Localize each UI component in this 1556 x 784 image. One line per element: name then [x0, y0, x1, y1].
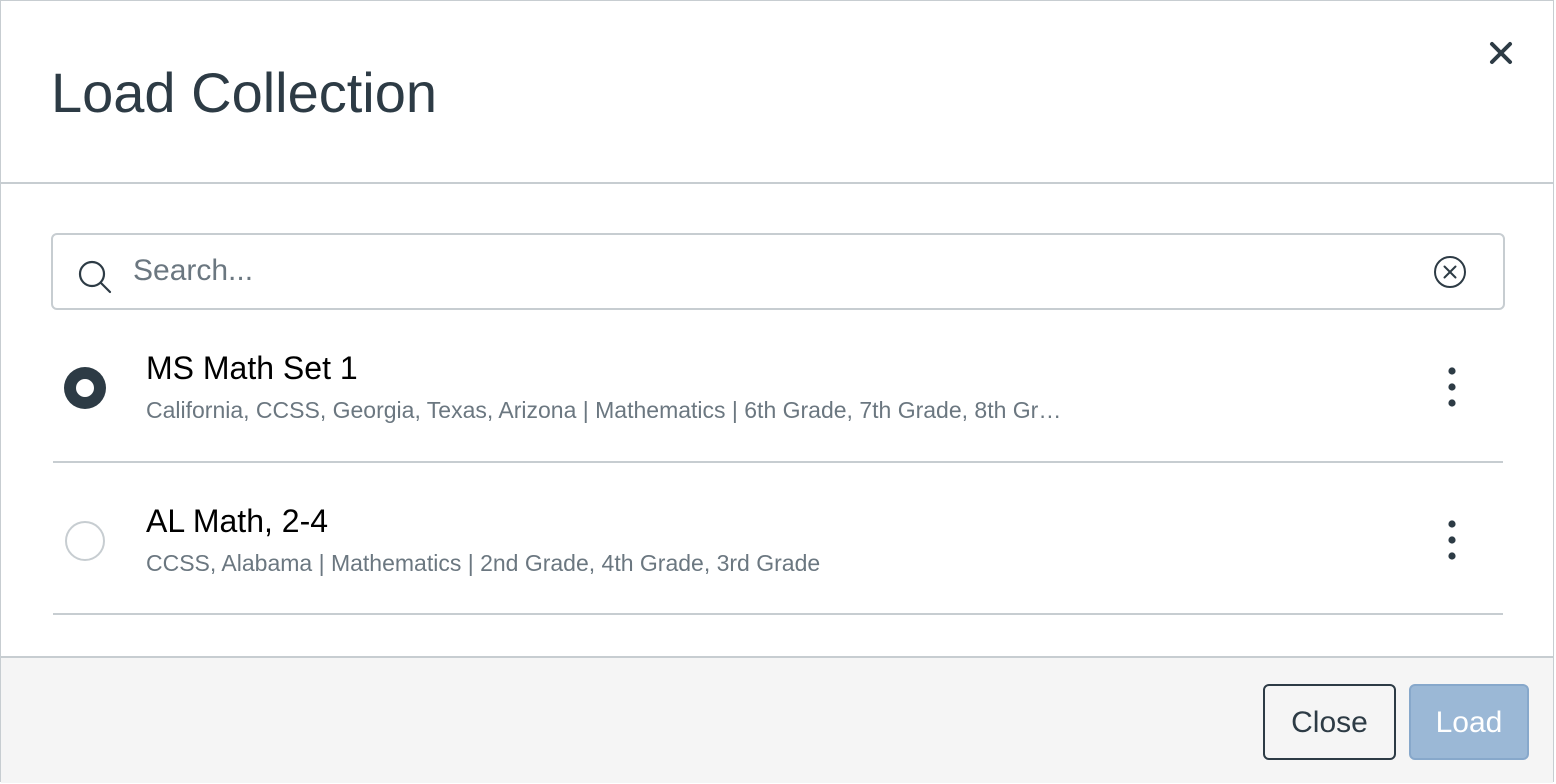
radio-unselected[interactable] — [65, 521, 105, 561]
collection-name: MS Math Set 1 — [146, 350, 358, 386]
list-item[interactable]: AL Math, 2-4 CCSS, Alabama | Mathematics… — [53, 463, 1503, 615]
list-item[interactable]: MS Math Set 1 California, CCSS, Georgia,… — [53, 311, 1503, 463]
search-icon — [77, 259, 113, 295]
collection-description: California, CCSS, Georgia, Texas, Arizon… — [146, 397, 1062, 423]
search-input[interactable] — [131, 245, 1415, 297]
collection-name: AL Math, 2-4 — [146, 503, 329, 539]
dialog-title: Load Collection — [51, 61, 438, 124]
close-icon-graphic — [1490, 42, 1512, 64]
clear-circle-icon[interactable] — [1433, 255, 1467, 289]
more-vertical-icon[interactable] — [1437, 365, 1467, 409]
collection-list: MS Math Set 1 California, CCSS, Georgia,… — [53, 311, 1503, 615]
dialog-footer: Close Load — [1, 656, 1553, 783]
search-box — [51, 233, 1505, 310]
more-vertical-icon[interactable] — [1437, 518, 1467, 562]
collection-description: CCSS, Alabama | Mathematics | 2nd Grade,… — [146, 550, 821, 576]
radio-selected[interactable] — [65, 368, 105, 408]
dialog-header: Load Collection — [1, 1, 1553, 184]
close-icon[interactable] — [1485, 37, 1517, 69]
load-button[interactable]: Load — [1409, 684, 1529, 760]
close-button[interactable]: Close — [1263, 684, 1396, 760]
load-collection-dialog: Load Collection MS Math Set — [0, 0, 1554, 783]
